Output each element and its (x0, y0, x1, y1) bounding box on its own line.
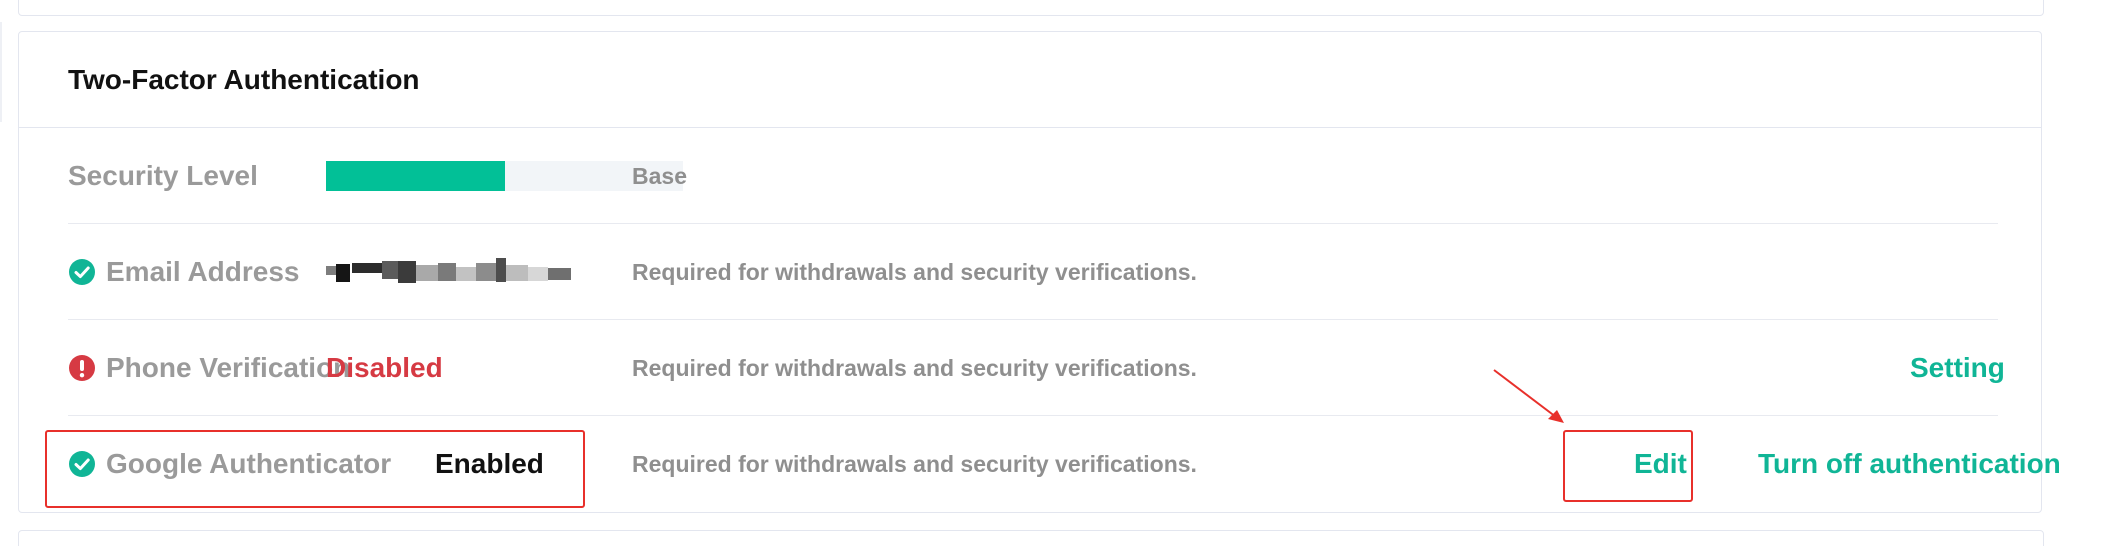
phone-verification-row: Phone Verification Disabled Required for… (68, 320, 2005, 416)
check-circle-icon (69, 259, 95, 285)
phone-verification-label-text: Phone Verification (106, 352, 351, 383)
annotation-arrow-icon (1493, 369, 1564, 423)
email-address-label-text: Email Address (106, 256, 300, 287)
email-redacted-value (326, 258, 571, 286)
security-level-progress (326, 161, 683, 191)
section-title: Two-Factor Authentication (68, 64, 420, 95)
page-edge (0, 22, 2, 122)
security-level-value (326, 128, 683, 224)
google-authenticator-highlight-box (45, 430, 585, 508)
security-level-progress-fill (326, 161, 505, 191)
email-address-description: Required for withdrawals and security ve… (632, 258, 1197, 285)
phone-setting-link[interactable]: Setting (1910, 320, 2005, 416)
card-header: Two-Factor Authentication (19, 32, 2041, 128)
security-level-label: Security Level (68, 160, 258, 191)
exclamation-circle-icon (69, 355, 95, 381)
google-authenticator-description: Required for withdrawals and security ve… (632, 450, 1197, 477)
phone-verification-label: Phone Verification (68, 320, 350, 416)
phone-verification-description: Required for withdrawals and security ve… (632, 354, 1197, 381)
edit-highlight-box (1563, 430, 1693, 502)
security-level-row: Security Level Base (68, 128, 1998, 224)
email-address-value (326, 224, 571, 320)
email-address-row: Email Address Required for withdrawals a… (68, 224, 1998, 320)
security-level-text: Base (632, 162, 687, 189)
phone-verification-status: Disabled (326, 352, 443, 383)
previous-card (18, 0, 2044, 16)
page: Two-Factor Authentication Security Level… (0, 0, 2122, 546)
next-card (18, 530, 2044, 546)
turn-off-authentication-link[interactable]: Turn off authentication (1758, 416, 2061, 512)
email-address-label: Email Address (68, 224, 299, 320)
